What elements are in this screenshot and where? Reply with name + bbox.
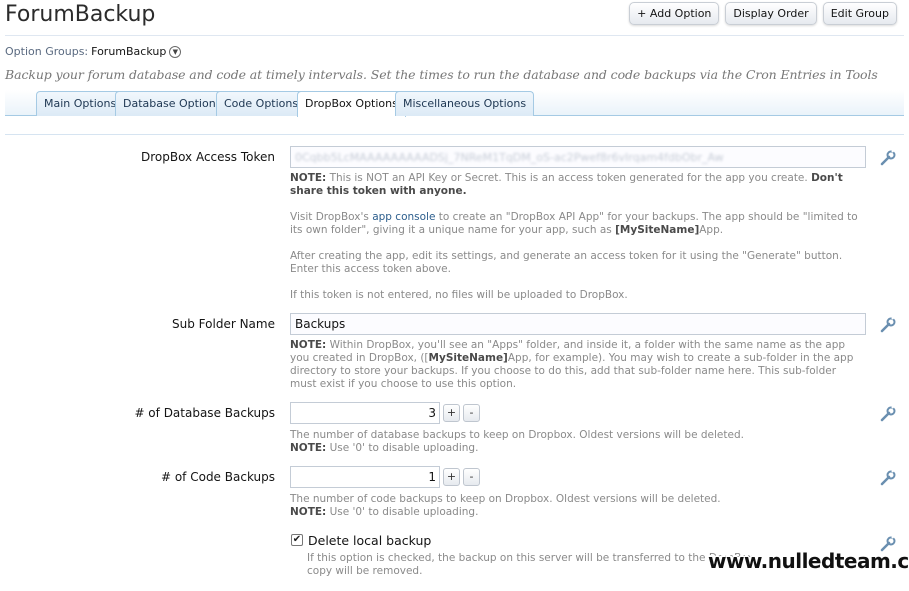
help-text: After creating the app, edit its setting… xyxy=(290,250,843,275)
note-label: NOTE: xyxy=(290,339,327,351)
help-text: The number of database backups to keep o… xyxy=(290,429,744,441)
subfolder-label: Sub Folder Name xyxy=(172,317,275,331)
divider xyxy=(5,35,904,36)
code-backups-help: The number of code backups to keep on Dr… xyxy=(290,493,862,519)
db-backups-decrement-button[interactable]: - xyxy=(463,404,480,422)
tab-dropbox-options[interactable]: DropBox Options xyxy=(297,91,406,117)
wrench-icon[interactable] xyxy=(879,149,897,167)
delete-local-label[interactable]: Delete local backup xyxy=(308,533,431,548)
token-input[interactable]: 0Cqbb5LcMAAAAAAAAADSj_7NReM1TqDM_oS-ac2P… xyxy=(290,146,866,168)
tab-miscellaneous-options[interactable]: Miscellaneous Options xyxy=(395,91,535,116)
help-text: If this token is not entered, no files w… xyxy=(290,289,628,301)
chevron-down-icon[interactable]: ▼ xyxy=(169,45,182,58)
code-backups-increment-button[interactable]: + xyxy=(443,468,460,486)
db-backups-help: The number of database backups to keep o… xyxy=(290,429,862,455)
note-label: NOTE: xyxy=(290,442,327,454)
watermark: www.nulledteam.com xyxy=(708,549,909,573)
tab-database-options[interactable]: Database Options xyxy=(115,91,230,116)
code-backups-label: # of Code Backups xyxy=(160,470,275,484)
wrench-icon[interactable] xyxy=(879,405,897,423)
subfolder-input[interactable]: Backups xyxy=(290,313,866,335)
page-description: Backup your forum database and code at t… xyxy=(5,67,878,82)
add-option-button[interactable]: + Add Option xyxy=(629,2,720,25)
delete-local-checkbox[interactable]: ✔ xyxy=(291,534,303,546)
page-actions: + Add Option Display Order Edit Group xyxy=(629,2,897,25)
token-value: 0Cqbb5LcMAAAAAAAAADSj_7NReM1TqDM_oS-ac2P… xyxy=(295,151,724,164)
help-text: The number of code backups to keep on Dr… xyxy=(290,493,721,505)
note-label: NOTE: xyxy=(290,172,327,184)
edit-group-button[interactable]: Edit Group xyxy=(822,2,897,25)
display-order-button[interactable]: Display Order xyxy=(725,2,817,25)
page-title: ForumBackup xyxy=(5,2,156,27)
divider xyxy=(5,134,904,135)
help-text: Use '0' to disable uploading. xyxy=(329,442,479,454)
code-backups-decrement-button[interactable]: - xyxy=(463,468,480,486)
token-help: NOTE: This is NOT an API Key or Secret. … xyxy=(290,172,862,315)
code-backups-input[interactable]: 1 xyxy=(290,466,440,488)
wrench-icon[interactable] xyxy=(879,316,897,334)
help-text: App. xyxy=(699,224,724,236)
tab-bar: Main Options Database Options Code Optio… xyxy=(5,90,904,117)
tab-main-options[interactable]: Main Options xyxy=(36,91,125,116)
app-console-link[interactable]: app console xyxy=(372,211,435,223)
help-text: Use '0' to disable uploading. xyxy=(329,506,479,518)
token-label: DropBox Access Token xyxy=(140,150,275,164)
help-bold: MySiteName] xyxy=(428,352,508,364)
help-text: Visit DropBox's xyxy=(290,211,369,223)
db-backups-increment-button[interactable]: + xyxy=(443,404,460,422)
option-groups-label: Option Groups: xyxy=(5,45,89,58)
option-groups-value[interactable]: ForumBackup xyxy=(91,45,166,58)
help-bold: [MySiteName] xyxy=(615,224,700,236)
wrench-icon[interactable] xyxy=(879,469,897,487)
db-backups-input[interactable]: 3 xyxy=(290,402,440,424)
tab-code-options[interactable]: Code Options xyxy=(216,91,307,116)
option-groups: Option Groups: ForumBackup ▼ xyxy=(5,45,182,58)
token-note: This is NOT an API Key or Secret. This i… xyxy=(329,172,808,184)
db-backups-label: # of Database Backups xyxy=(134,406,275,420)
subfolder-help: NOTE: Within DropBox, you'll see an "App… xyxy=(290,339,862,391)
note-label: NOTE: xyxy=(290,506,327,518)
